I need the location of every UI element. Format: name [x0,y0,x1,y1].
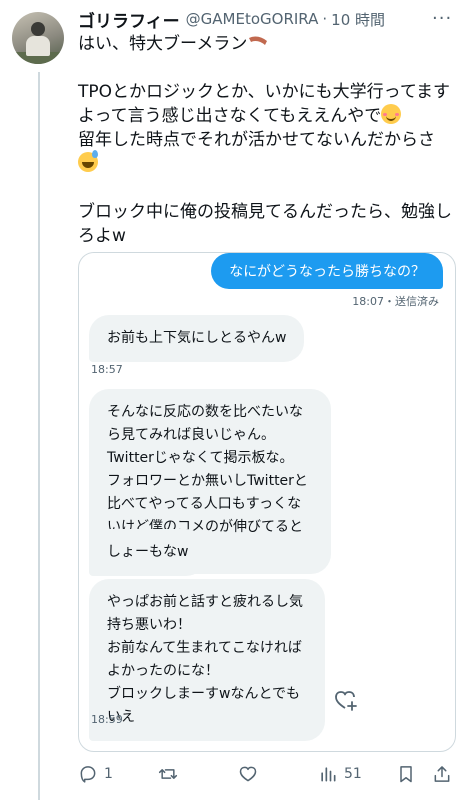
dm-screenshot-image[interactable]: なにがどうなったら勝ちなの？ 18:07・送信済み お前も上下気にしとるやんw … [78,252,456,752]
dm-outgoing-meta: 18:07・送信済み [352,293,439,309]
dm-incoming-time: 18:57 [91,363,123,376]
retweet-button[interactable] [158,762,184,786]
post-text-para2-part2: 留年した時点でそれが活かせてないんだからさ [78,130,435,150]
dm-outgoing-status: ・送信済み [384,295,439,308]
action-bar: 1 51 [78,762,456,788]
avatar[interactable] [12,12,64,64]
avatar-figure-head [31,22,45,36]
like-icon [239,766,257,782]
views-button[interactable]: 51 [318,762,362,786]
reply-count: 1 [104,766,113,782]
dm-incoming-bubble: お前も上下気にしとるやんw [89,315,305,362]
heart-plus-icon [333,687,359,713]
thread-line [38,72,40,800]
relieved-face-icon [381,104,402,124]
bookmark-button[interactable] [396,762,416,786]
more-options-button[interactable]: ··· [432,8,452,29]
post-text: はい、特大ブーメラン TPOとかロジックとか、いかにも大学行ってますよって言う感… [78,32,456,248]
views-count: 51 [344,766,362,782]
dm-incoming-time: 18:59 [91,713,123,726]
separator-dot: · [322,10,328,28]
dm-outgoing-bubble: なにがどうなったら勝ちなの？ [211,253,443,289]
dm-incoming-bubble: やっぱお前と話すと疲れるし気持ち悪いわ！ お前なんて生まれてこなければよかったの… [89,579,325,741]
retweet-icon [158,769,178,779]
reply-icon [80,766,96,783]
author-handle[interactable]: @GAMEtoGORIRA [186,10,319,28]
views-icon [321,767,336,782]
post-text-para3: ブロック中に俺の投稿見てるんだったら、勉強しろよw [78,202,452,246]
share-icon [434,766,450,782]
post-header: ゴリラフィー @GAMEtoGORIRA · 10 時間 [78,7,385,32]
dm-outgoing-time: 18:07 [352,295,384,308]
dm-incoming-bubble: しょーもなw [89,529,207,576]
post-text-line1: はい、特大ブーメラン [78,34,248,54]
bookmark-icon [400,766,412,783]
avatar-figure-body [26,36,50,56]
boomerang-icon [247,32,269,46]
author-name[interactable]: ゴリラフィー [78,7,180,32]
grinning-face-with-sweat-icon [78,150,98,172]
post-time[interactable]: 10 時間 [331,9,385,30]
share-button[interactable] [432,762,452,786]
like-button[interactable] [238,762,264,786]
reply-button[interactable]: 1 [78,762,113,786]
